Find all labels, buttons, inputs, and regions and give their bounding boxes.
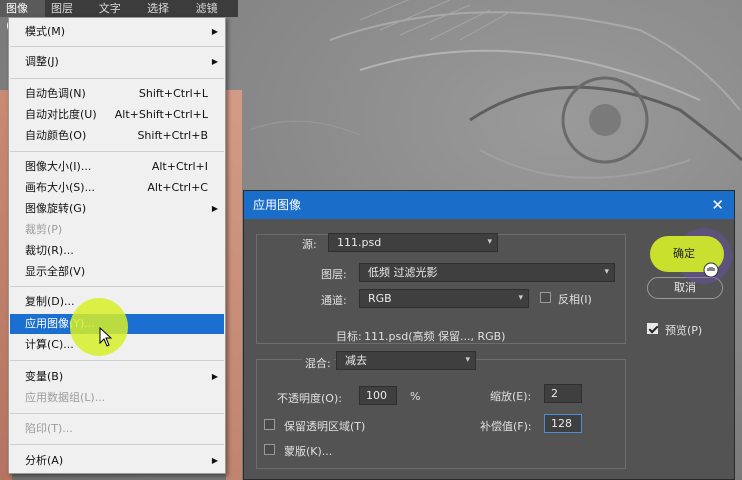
menu-item-image-rotation[interactable]: 图像旋转(G) ▶: [10, 199, 224, 219]
close-icon[interactable]: ✕: [711, 191, 724, 219]
image-menu: 模式(M) ▶ 调整(J) ▶ 自动色调(N) Shift+Ctrl+L 自动对…: [8, 17, 226, 474]
menu-item-mode[interactable]: 模式(M) ▶: [10, 22, 224, 42]
menu-separator: [10, 151, 224, 152]
chevron-down-icon: ▾: [518, 293, 523, 303]
menu-item-shortcut: Shift+Ctrl+B: [137, 129, 208, 142]
mask-label: 蒙版(K)...: [284, 445, 333, 458]
opacity-unit: %: [410, 390, 421, 403]
submenu-arrow-icon: ▶: [211, 204, 218, 213]
menu-item-image-size[interactable]: 图像大小(I)... Alt+Ctrl+I: [10, 157, 224, 177]
offset-input[interactable]: 128: [544, 414, 582, 433]
offset-label: 补偿值(F):: [480, 420, 532, 433]
menu-separator: [10, 413, 224, 414]
menu-separator: [10, 444, 224, 445]
apply-image-dialog: 应用图像 ✕ 源: 111.psd ▾ 图层: 低频 过滤光影 ▾ 通道: RG…: [243, 190, 735, 480]
canvas-skin-right: [226, 90, 242, 480]
blend-label: 混合:: [302, 355, 334, 371]
menu-item-trap: 陷印(T)...: [10, 419, 224, 439]
menu-item-label: 变量(B): [25, 370, 64, 383]
menu-item-label: 应用数据组(L)...: [25, 391, 106, 404]
submenu-arrow-icon: ▶: [211, 27, 218, 36]
opacity-input[interactable]: 100: [359, 386, 397, 405]
menubar: 图像(I) 图层(L) 文字(Y) 选择(S) 滤镜(T): [0, 0, 238, 32]
menu-item-auto-contrast[interactable]: 自动对比度(U) Alt+Shift+Ctrl+L: [10, 105, 224, 125]
mouse-pointer-icon: [99, 327, 113, 347]
menu-item-shortcut: Alt+Shift+Ctrl+L: [114, 108, 208, 121]
menu-item-label: 自动对比度(U): [25, 108, 97, 121]
menu-item-trim[interactable]: 裁切(R)...: [10, 241, 224, 261]
menu-separator: [10, 360, 224, 361]
submenu-arrow-icon: ▶: [211, 372, 218, 381]
menu-item-label: 裁切(R)...: [25, 244, 74, 257]
menu-item-label: 模式(M): [25, 25, 66, 38]
target-value: 111.psd(高频 保留..., RGB): [364, 330, 506, 343]
channel-select[interactable]: RGB ▾: [359, 289, 529, 308]
menu-item-label: 自动颜色(O): [25, 129, 87, 142]
blend-value: 减去: [345, 354, 367, 367]
preserve-transparency-label: 保留透明区域(T): [284, 420, 366, 433]
mask-checkbox[interactable]: [264, 444, 275, 455]
menu-item-auto-tone[interactable]: 自动色调(N) Shift+Ctrl+L: [10, 84, 224, 104]
menu-item-label: 自动色调(N): [25, 87, 86, 100]
layer-select[interactable]: 低频 过滤光影 ▾: [359, 263, 615, 282]
source-value: 111.psd: [337, 236, 382, 249]
menu-item-label: 陷印(T)...: [25, 422, 73, 435]
menu-item-shortcut: Alt+Ctrl+C: [147, 181, 208, 194]
menu-layer[interactable]: 图层(L): [45, 0, 93, 32]
chevron-down-icon: ▾: [465, 355, 470, 365]
chevron-down-icon: ▾: [487, 237, 492, 247]
menu-select[interactable]: 选择(S): [141, 0, 190, 32]
source-select[interactable]: 111.psd ▾: [328, 233, 498, 252]
preserve-transparency-checkbox[interactable]: [264, 419, 275, 430]
chevron-down-icon: ▾: [604, 267, 609, 277]
dialog-title: 应用图像: [253, 198, 302, 212]
preview-label: 预览(P): [665, 324, 703, 337]
menu-item-label: 调整(J): [25, 55, 59, 68]
menu-separator: [10, 78, 224, 79]
menu-item-adjust[interactable]: 调整(J) ▶: [10, 52, 224, 72]
source-label: 源:: [302, 238, 317, 251]
menu-item-auto-color[interactable]: 自动颜色(O) Shift+Ctrl+B: [10, 126, 224, 146]
menu-separator: [10, 46, 224, 47]
menu-item-canvas-size[interactable]: 画布大小(S)... Alt+Ctrl+C: [10, 178, 224, 198]
menu-item-label: 分析(A): [25, 454, 64, 467]
menu-item-label: 复制(D)...: [25, 295, 75, 308]
blend-select[interactable]: 减去 ▾: [336, 351, 476, 370]
scale-input[interactable]: 2: [544, 384, 582, 403]
channel-label: 通道:: [321, 294, 347, 307]
dialog-title-bar: 应用图像 ✕: [244, 191, 734, 219]
menu-item-shortcut: Alt+Ctrl+I: [151, 160, 208, 173]
channel-value: RGB: [368, 292, 392, 305]
hand-pointer-icon: [703, 262, 719, 278]
invert-label: 反相(I): [558, 293, 592, 306]
menu-image[interactable]: 图像(I): [0, 0, 45, 32]
layer-value: 低频 过滤光影: [368, 266, 438, 279]
invert-checkbox[interactable]: [540, 292, 551, 303]
menu-item-label: 显示全部(V): [25, 265, 86, 278]
menu-item-label: 图像旋转(G): [25, 202, 87, 215]
opacity-label: 不透明度(O):: [277, 392, 342, 405]
menu-item-label: 裁剪(P): [25, 223, 63, 236]
menu-item-label: 画布大小(S)...: [25, 181, 96, 194]
submenu-arrow-icon: ▶: [211, 456, 218, 465]
menu-item-shortcut: Shift+Ctrl+L: [138, 87, 208, 100]
target-label: 目标:: [336, 330, 362, 343]
layer-label: 图层:: [321, 268, 347, 281]
menu-item-crop: 裁剪(P): [10, 220, 224, 240]
scale-label: 缩放(E):: [490, 390, 532, 403]
menu-item-variables[interactable]: 变量(B) ▶: [10, 367, 224, 387]
preview-checkbox[interactable]: [647, 323, 658, 334]
menu-item-label: 图像大小(I)...: [25, 160, 92, 173]
menu-filter[interactable]: 滤镜(T): [190, 0, 238, 32]
menu-item-apply-data-set: 应用数据组(L)...: [10, 388, 224, 408]
menu-item-label: 计算(C)...: [25, 338, 74, 351]
menu-item-analysis[interactable]: 分析(A) ▶: [10, 451, 224, 471]
menu-item-reveal-all[interactable]: 显示全部(V): [10, 262, 224, 282]
menu-separator: [10, 286, 224, 287]
menu-type[interactable]: 文字(Y): [93, 0, 141, 32]
submenu-arrow-icon: ▶: [211, 57, 218, 66]
